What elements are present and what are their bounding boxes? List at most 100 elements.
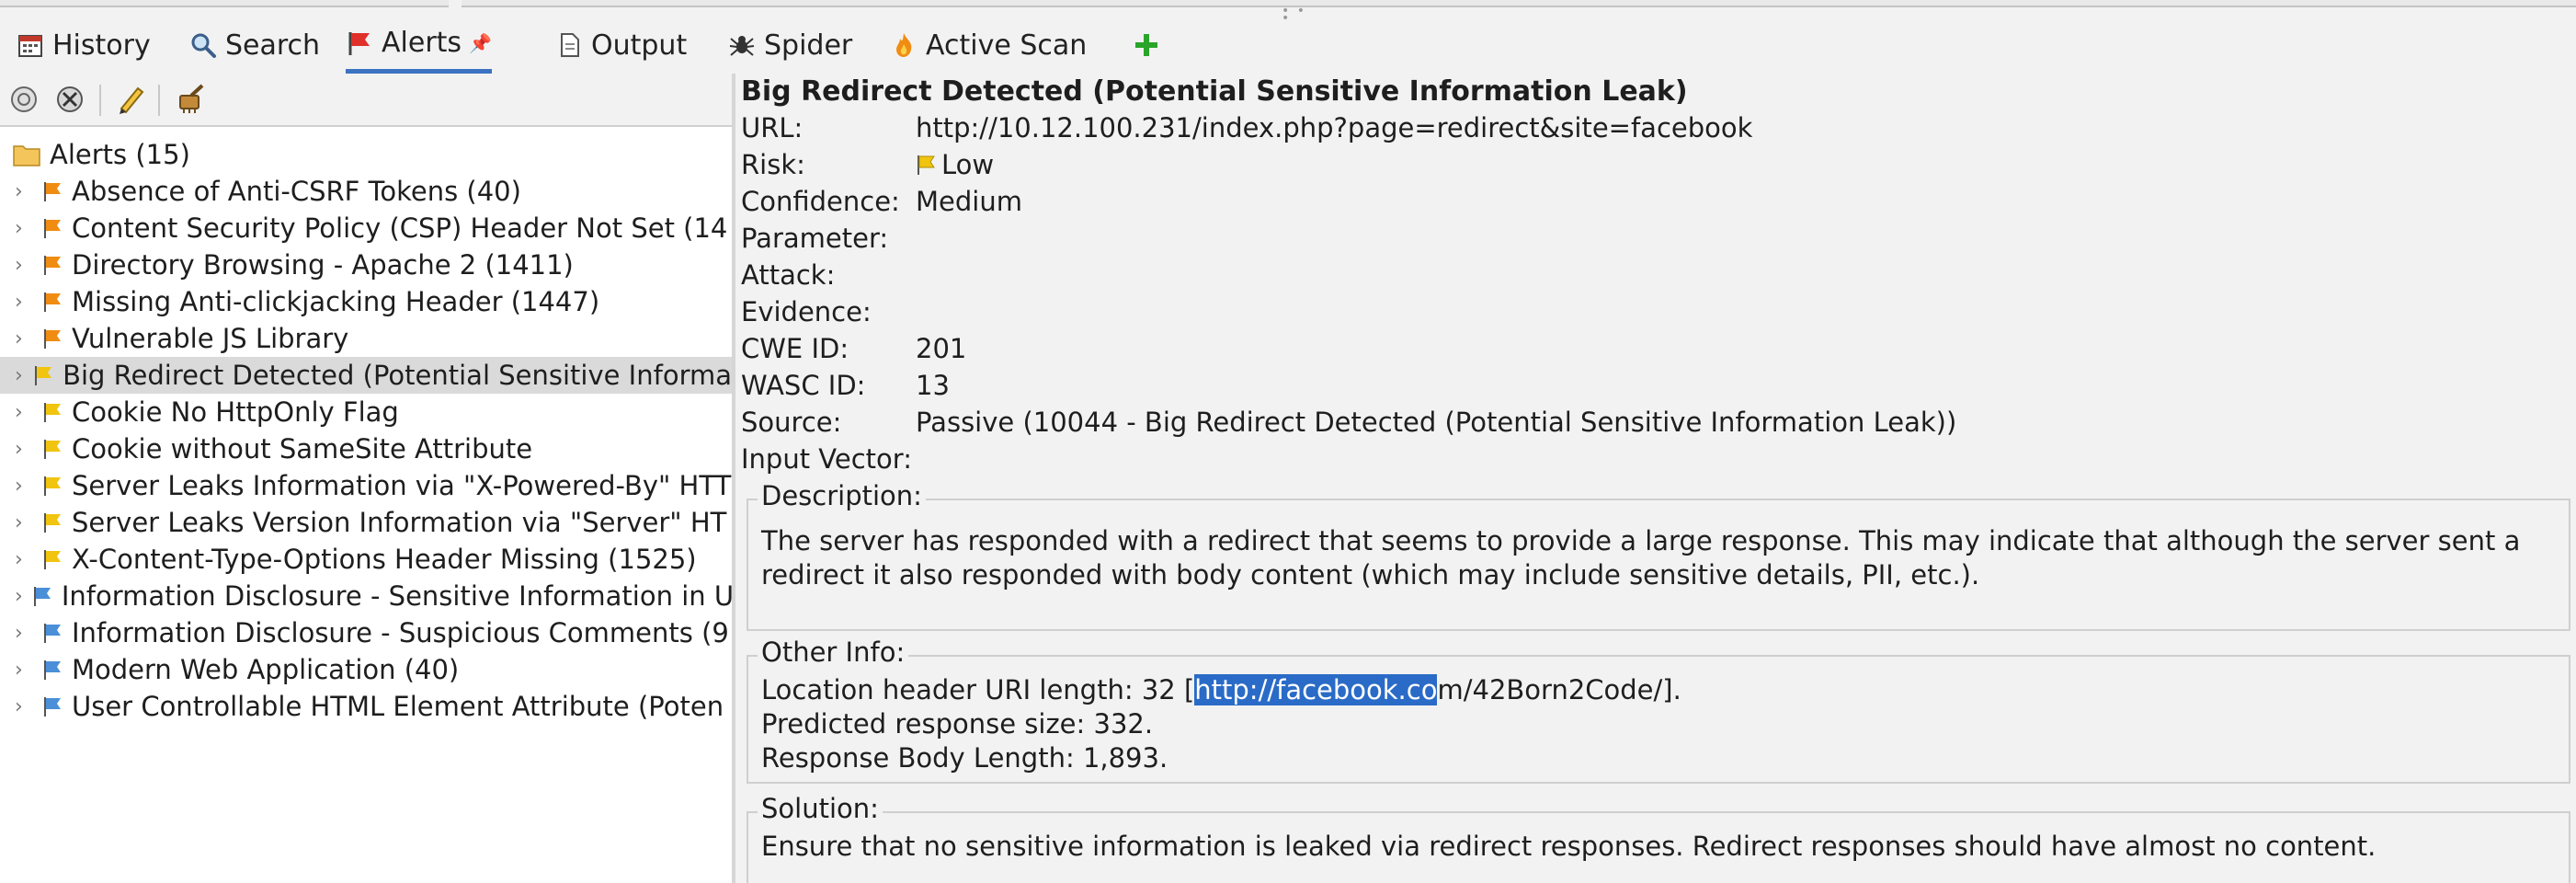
tree-alert-label: Cookie without SameSite Attribute — [72, 433, 533, 464]
solution-box: Solution: Ensure that no sensitive infor… — [747, 793, 2570, 883]
tree-alert-item[interactable]: › Missing Anti-clickjacking Header (1447) — [0, 283, 732, 320]
risk-text: Low — [941, 149, 995, 180]
evidence-label: Evidence: — [741, 296, 872, 327]
tree-alert-item[interactable]: › Server Leaks Version Information via "S… — [0, 504, 732, 541]
tree-alert-item[interactable]: › Cookie without SameSite Attribute — [0, 430, 732, 467]
info-risk-flag-icon — [44, 660, 61, 680]
tree-alert-item[interactable]: › Absence of Anti-CSRF Tokens (40) — [0, 173, 732, 210]
tree-alert-item[interactable]: › Directory Browsing - Apache 2 (1411) — [0, 247, 732, 283]
other-info-text: Location header URI length: 32 [ — [761, 674, 1195, 705]
other-info-line-2: Predicted response size: 332. — [761, 708, 1154, 740]
tree-alert-item[interactable]: › Big Redirect Detected (Potential Sensit… — [0, 357, 732, 394]
tree-alert-item[interactable]: › Vulnerable JS Library — [0, 320, 732, 357]
tab-alerts[interactable]: Alerts 📌 — [346, 17, 492, 74]
alert-flag-icon — [348, 31, 370, 55]
expand-chevron-icon[interactable]: › — [15, 475, 33, 498]
tab-search[interactable]: Search — [189, 17, 320, 74]
tab-history[interactable]: History — [17, 17, 151, 74]
edit-alert-icon[interactable] — [114, 83, 147, 116]
wasc-label: WASC ID: — [741, 370, 866, 401]
add-tab-icon — [1135, 34, 1157, 56]
broom-icon[interactable] — [175, 83, 208, 116]
cwe-value: 201 — [916, 333, 967, 364]
other-info-line-1[interactable]: Location header URI length: 32 [http://f… — [761, 673, 1681, 707]
pin-icon[interactable]: 📌 — [469, 32, 492, 54]
expand-chevron-icon[interactable]: › — [15, 217, 33, 240]
low-risk-flag-icon — [44, 550, 61, 569]
low-risk-flag-icon — [35, 366, 52, 385]
tree-alert-label: Content Security Policy (CSP) Header Not… — [72, 212, 728, 244]
description-line-1: The server has responded with a redirect… — [761, 525, 2521, 556]
other-info-line-3: Response Body Length: 1,893. — [761, 742, 1168, 774]
tree-alert-item[interactable]: › Content Security Policy (CSP) Header No… — [0, 210, 732, 247]
tab-spider[interactable]: Spider — [728, 17, 852, 74]
alert-title: Big Redirect Detected (Potential Sensiti… — [741, 75, 1688, 108]
expand-chevron-icon[interactable]: › — [15, 364, 24, 387]
solution-legend: Solution: — [758, 793, 883, 824]
delete-all-icon[interactable] — [53, 83, 86, 116]
risk-value: Low — [916, 149, 994, 180]
tree-alert-item[interactable]: › Cookie No HttpOnly Flag — [0, 394, 732, 430]
description-legend: Description: — [758, 480, 926, 511]
source-label: Source: — [741, 407, 842, 438]
tree-root-label: Alerts (15) — [50, 139, 190, 170]
flame-icon — [896, 33, 912, 57]
tree-alert-label: Server Leaks Version Information via "Se… — [72, 507, 727, 538]
wasc-value: 13 — [916, 370, 950, 401]
tab-output[interactable]: Output — [555, 17, 687, 74]
tab-output-label: Output — [591, 29, 688, 62]
tab-spider-label: Spider — [764, 29, 853, 62]
expand-chevron-icon[interactable]: › — [15, 254, 33, 277]
low-risk-flag-icon — [44, 403, 61, 422]
url-label: URL: — [741, 112, 804, 143]
expand-chevron-icon[interactable]: › — [15, 695, 33, 718]
tree-alert-item[interactable]: › X-Content-Type-Options Header Missing (… — [0, 541, 732, 578]
expand-chevron-icon[interactable]: › — [15, 291, 33, 314]
tree-alert-item[interactable]: › Information Disclosure - Suspicious Com… — [0, 614, 732, 651]
tab-active-scan-label: Active Scan — [926, 29, 1088, 62]
risk-label: Risk: — [741, 149, 805, 180]
search-icon — [191, 33, 216, 58]
expand-chevron-icon[interactable]: › — [15, 585, 23, 608]
expand-chevron-icon[interactable]: › — [15, 548, 33, 571]
toolbar-separator — [99, 85, 101, 116]
expand-chevron-icon[interactable]: › — [15, 438, 33, 461]
tree-alert-label: Cookie No HttpOnly Flag — [72, 396, 399, 428]
expand-chevron-icon[interactable]: › — [15, 180, 33, 203]
tree-alert-label: Server Leaks Information via "X-Powered-… — [72, 470, 732, 501]
url-value: http://10.12.100.231/index.php?page=redi… — [916, 112, 1753, 143]
tree-alert-item[interactable]: › User Controllable HTML Element Attribut… — [0, 688, 732, 725]
description-box: Description: The server has responded wi… — [747, 480, 2570, 631]
bottom-panel-tabbar: • • • History Search Alerts 📌 Output Spi… — [0, 0, 2576, 74]
solution-text: Ensure that no sensitive information is … — [761, 831, 2377, 862]
tree-alert-item[interactable]: › Modern Web Application (40) — [0, 651, 732, 688]
filter-icon[interactable] — [7, 83, 40, 116]
document-icon — [561, 33, 579, 57]
tree-alert-label: Modern Web Application (40) — [72, 654, 460, 685]
alerts-tree: Alerts (15) › Absence of Anti-CSRF Tokens… — [0, 129, 732, 883]
other-info-text: m/42Born2Code/]. — [1437, 674, 1681, 705]
alert-details-panel: Big Redirect Detected (Potential Sensiti… — [735, 74, 2576, 883]
info-risk-flag-icon — [44, 697, 61, 717]
input-vector-label: Input Vector: — [741, 443, 912, 475]
source-value: Passive (10044 - Big Redirect Detected (… — [916, 407, 1957, 438]
tree-alert-label: Directory Browsing - Apache 2 (1411) — [72, 249, 574, 281]
medium-risk-flag-icon — [44, 292, 61, 312]
low-risk-flag-icon — [44, 476, 61, 496]
expand-chevron-icon[interactable]: › — [15, 401, 33, 424]
low-risk-flag-icon — [44, 440, 61, 459]
tab-active-scan[interactable]: Active Scan — [890, 17, 1087, 74]
tree-alert-label: Absence of Anti-CSRF Tokens (40) — [72, 176, 521, 207]
expand-chevron-icon[interactable]: › — [15, 511, 33, 534]
attack-label: Attack: — [741, 259, 836, 291]
add-tab-button[interactable] — [1133, 17, 1168, 74]
tree-alert-label: Big Redirect Detected (Potential Sensiti… — [63, 360, 732, 391]
tree-root-alerts[interactable]: Alerts (15) — [13, 136, 190, 173]
resize-grip-icon[interactable]: • • • — [1282, 5, 1311, 25]
expand-chevron-icon[interactable]: › — [15, 327, 33, 350]
tree-alert-item[interactable]: › Information Disclosure - Sensitive Info… — [0, 578, 732, 614]
other-info-legend: Other Info: — [758, 636, 909, 668]
expand-chevron-icon[interactable]: › — [15, 622, 33, 645]
tree-alert-item[interactable]: › Server Leaks Information via "X-Powered… — [0, 467, 732, 504]
expand-chevron-icon[interactable]: › — [15, 659, 33, 682]
